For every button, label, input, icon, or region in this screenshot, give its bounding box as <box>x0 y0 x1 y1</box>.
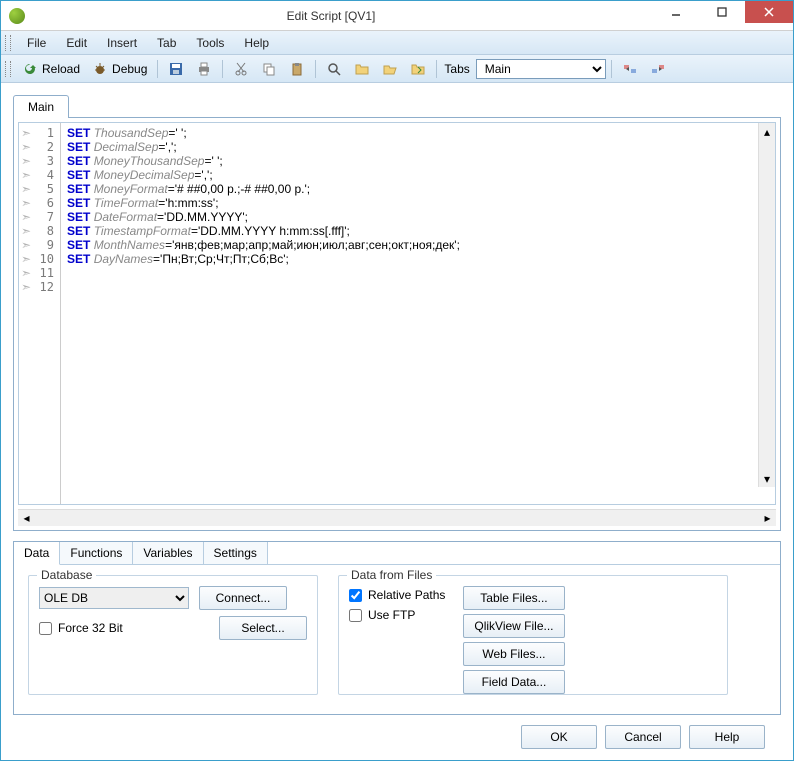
menu-insert[interactable]: Insert <box>97 33 147 53</box>
force-32bit-checkbox[interactable]: Force 32 Bit <box>39 621 123 635</box>
paste-icon <box>289 61 305 77</box>
ok-button[interactable]: OK <box>521 725 597 749</box>
tab-data[interactable]: Data <box>14 542 60 565</box>
move-left-icon <box>622 61 638 77</box>
minimize-button[interactable] <box>653 1 699 23</box>
toolbar-separator <box>436 60 437 78</box>
move-right-icon <box>650 61 666 77</box>
tab-functions[interactable]: Functions <box>60 542 133 564</box>
table-files-button[interactable]: Table Files... <box>463 586 564 610</box>
window-title: Edit Script [QV1] <box>9 9 653 23</box>
connect-button[interactable]: Connect... <box>199 586 287 610</box>
scroll-right-icon[interactable]: ▸ <box>759 510 776 526</box>
menu-tab[interactable]: Tab <box>147 33 186 53</box>
help-button[interactable]: Help <box>689 725 765 749</box>
folder-arrow-icon <box>410 61 426 77</box>
database-driver-select[interactable]: OLE DB <box>39 587 189 609</box>
force-32bit-label: Force 32 Bit <box>58 621 123 635</box>
cut-icon <box>233 61 249 77</box>
use-ftp-label: Use FTP <box>368 608 415 622</box>
print-button[interactable] <box>191 58 217 80</box>
copy-button[interactable] <box>256 58 282 80</box>
search-button[interactable] <box>321 58 347 80</box>
debug-label: Debug <box>112 62 147 76</box>
vertical-scrollbar[interactable]: ▴ ▾ <box>758 123 775 487</box>
window-titlebar: Edit Script [QV1] <box>1 1 793 31</box>
scroll-up-icon[interactable]: ▴ <box>759 123 775 140</box>
print-icon <box>196 61 212 77</box>
cancel-button[interactable]: Cancel <box>605 725 681 749</box>
menubar-grip-icon <box>5 35 11 51</box>
save-button[interactable] <box>163 58 189 80</box>
reload-label: Reload <box>42 62 80 76</box>
close-button[interactable] <box>745 1 793 23</box>
bottom-panel: Data Functions Variables Settings Databa… <box>13 541 781 715</box>
use-ftp-checkbox[interactable]: Use FTP <box>349 608 445 622</box>
database-legend: Database <box>37 568 96 582</box>
dialog-actions: OK Cancel Help <box>13 715 781 749</box>
field-data-button[interactable]: Field Data... <box>463 670 564 694</box>
menu-help[interactable]: Help <box>234 33 279 53</box>
paste-button[interactable] <box>284 58 310 80</box>
files-legend: Data from Files <box>347 568 436 582</box>
horizontal-scrollbar[interactable]: ◂ ▸ <box>18 509 776 526</box>
tab-move-left-button[interactable] <box>617 58 643 80</box>
tabs-label: Tabs <box>444 62 469 76</box>
menu-edit[interactable]: Edit <box>56 33 97 53</box>
folder-icon <box>354 61 370 77</box>
debug-button[interactable]: Debug <box>87 58 152 80</box>
relative-paths-checkbox[interactable]: Relative Paths <box>349 588 445 602</box>
qlikview-file-button[interactable]: QlikView File... <box>463 614 564 638</box>
files-fieldset: Data from Files Relative Paths Use FTP T… <box>338 575 728 695</box>
toolbar-separator <box>157 60 158 78</box>
save-icon <box>168 61 184 77</box>
scroll-left-icon[interactable]: ◂ <box>18 510 35 526</box>
reload-button[interactable]: Reload <box>17 58 85 80</box>
code-editor[interactable]: SET ThousandSep=' ';SET DecimalSep=',';S… <box>61 123 775 504</box>
relative-paths-label: Relative Paths <box>368 588 445 602</box>
tab-variables[interactable]: Variables <box>133 542 203 564</box>
cut-button[interactable] <box>228 58 254 80</box>
export-button[interactable] <box>405 58 431 80</box>
toolbar-separator <box>611 60 612 78</box>
copy-icon <box>261 61 277 77</box>
editor-tab-main[interactable]: Main <box>13 95 69 118</box>
web-files-button[interactable]: Web Files... <box>463 642 564 666</box>
folder-open-icon <box>382 61 398 77</box>
maximize-button[interactable] <box>699 1 745 23</box>
open-folder-alt-button[interactable] <box>377 58 403 80</box>
scroll-down-icon[interactable]: ▾ <box>759 470 775 487</box>
toolbar: Reload Debug Tabs Main <box>1 55 793 83</box>
tabs-select[interactable]: Main <box>476 59 606 79</box>
select-button[interactable]: Select... <box>219 616 307 640</box>
toolbar-separator <box>222 60 223 78</box>
database-fieldset: Database OLE DB Connect... Force 32 Bit … <box>28 575 318 695</box>
toolbar-grip-icon <box>5 61 11 77</box>
toolbar-separator <box>315 60 316 78</box>
menu-file[interactable]: File <box>17 33 56 53</box>
search-icon <box>326 61 342 77</box>
menu-bar: File Edit Insert Tab Tools Help <box>1 31 793 55</box>
editor-gutter: ➣1➣2➣3➣4➣5➣6➣7➣8➣9➣10➣11➣12 <box>19 123 61 504</box>
tab-move-right-button[interactable] <box>645 58 671 80</box>
open-folder-button[interactable] <box>349 58 375 80</box>
reload-icon <box>22 61 38 77</box>
tab-settings[interactable]: Settings <box>204 542 268 564</box>
bug-icon <box>92 61 108 77</box>
menu-tools[interactable]: Tools <box>186 33 234 53</box>
editor-panel: ➣1➣2➣3➣4➣5➣6➣7➣8➣9➣10➣11➣12 SET Thousand… <box>13 117 781 531</box>
